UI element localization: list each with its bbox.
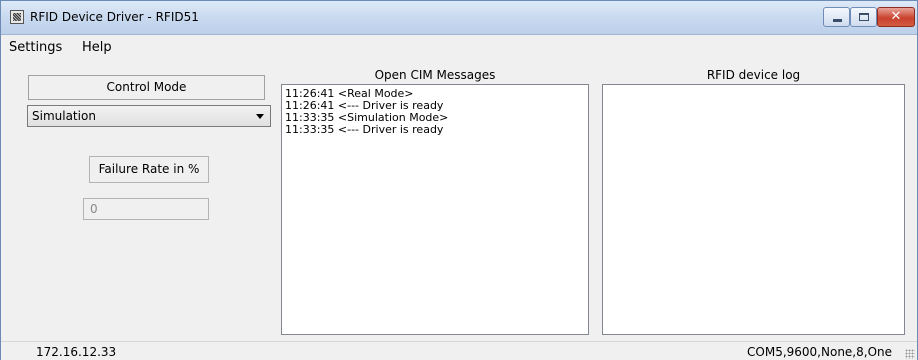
control-mode-value: Simulation	[32, 109, 96, 123]
close-icon: ✕	[890, 9, 902, 24]
resize-grip-icon[interactable]	[905, 349, 915, 359]
main-window: RFID Device Driver - RFID51 ✕ Settings H…	[0, 0, 918, 360]
minimize-icon	[833, 19, 842, 22]
window-title: RFID Device Driver - RFID51	[30, 10, 199, 24]
status-ip: 172.16.12.33	[36, 345, 117, 359]
maximize-button[interactable]	[850, 7, 877, 27]
title-bar[interactable]: RFID Device Driver - RFID51 ✕	[1, 1, 917, 35]
control-mode-header: Control Mode	[28, 75, 265, 100]
menu-settings[interactable]: Settings	[9, 40, 62, 55]
chevron-down-icon[interactable]	[256, 114, 264, 119]
cim-messages-list[interactable]: 11:26:41 <Real Mode> 11:26:41 <--- Drive…	[281, 84, 589, 335]
list-item[interactable]: 11:33:35 <--- Driver is ready	[282, 124, 588, 136]
control-mode-select[interactable]: Simulation	[27, 105, 271, 127]
menu-help[interactable]: Help	[82, 40, 112, 55]
menu-bar: Settings Help	[1, 35, 917, 59]
app-icon[interactable]	[10, 10, 24, 24]
maximize-icon	[859, 13, 869, 21]
cim-messages-title: Open CIM Messages	[374, 68, 496, 82]
device-log-title: RFID device log	[706, 68, 801, 82]
status-port-settings: COM5,9600,None,8,One	[747, 345, 892, 359]
close-button[interactable]: ✕	[877, 7, 915, 27]
minimize-button[interactable]	[823, 7, 850, 27]
status-bar: 172.16.12.33 COM5,9600,None,8,One	[1, 341, 917, 360]
failure-rate-input: 0	[83, 198, 209, 220]
device-log-list[interactable]	[602, 84, 905, 335]
failure-rate-label: Failure Rate in %	[89, 156, 209, 183]
